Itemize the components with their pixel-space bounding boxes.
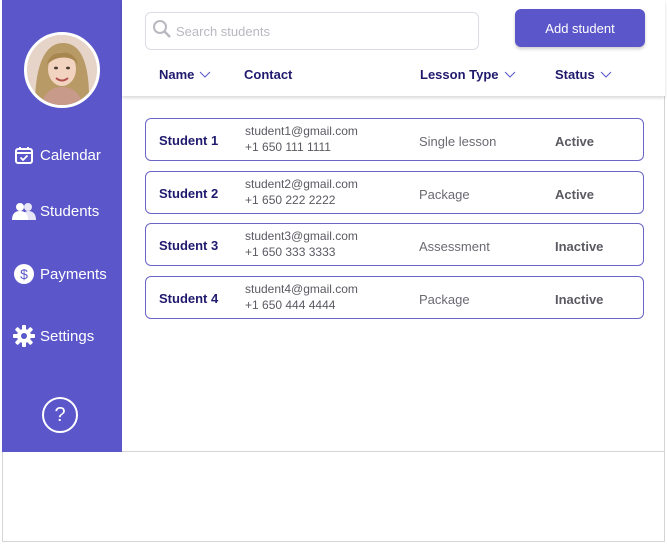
column-header-contact: Contact — [244, 67, 292, 82]
student-phone: +1 650 222 2222 — [245, 193, 336, 207]
dollar-icon: $ — [12, 262, 36, 286]
student-contact: student2@gmail.com +1 650 222 2222 — [245, 176, 358, 208]
sidebar-item-students[interactable]: Students — [12, 197, 99, 225]
avatar-image — [27, 35, 97, 105]
search-box[interactable] — [145, 12, 479, 50]
sidebar-item-label: Settings — [40, 327, 95, 345]
student-lesson-type: Package — [419, 292, 470, 307]
student-name: Student 2 — [159, 186, 219, 201]
student-row[interactable]: Student 2 student2@gmail.com +1 650 222 … — [145, 171, 644, 214]
student-name: Student 1 — [159, 133, 219, 148]
sidebar-item-payments[interactable]: $ Payments — [12, 260, 107, 288]
student-status: Active — [555, 187, 595, 202]
sidebar: Calendar Students $ Payments Settings ? — [2, 0, 122, 452]
column-header-lesson-type[interactable]: Lesson Type — [420, 67, 516, 82]
student-status: Inactive — [555, 239, 604, 254]
sidebar-item-label: Calendar — [40, 146, 101, 164]
student-phone: +1 650 333 3333 — [245, 245, 336, 259]
student-name: Student 3 — [159, 238, 219, 253]
column-header-label: Lesson Type — [420, 67, 499, 82]
add-student-button[interactable]: Add student — [515, 9, 645, 47]
chevron-down-icon — [600, 71, 612, 79]
student-contact: student4@gmail.com +1 650 444 4444 — [245, 281, 358, 313]
column-header-name[interactable]: Name — [159, 67, 211, 82]
student-status: Inactive — [555, 292, 604, 307]
student-row[interactable]: Student 4 student4@gmail.com +1 650 444 … — [145, 276, 644, 319]
search-icon — [152, 19, 172, 44]
column-header-label: Name — [159, 67, 195, 82]
student-email: student4@gmail.com — [245, 282, 358, 296]
chevron-down-icon — [199, 71, 211, 79]
sidebar-item-label: Payments — [40, 265, 107, 283]
users-icon — [12, 199, 36, 223]
calendar-icon — [12, 143, 36, 167]
avatar[interactable] — [24, 32, 100, 108]
student-row[interactable]: Student 1 student1@gmail.com +1 650 111 … — [145, 118, 644, 161]
student-lesson-type: Assessment — [419, 239, 490, 254]
student-email: student1@gmail.com — [245, 124, 358, 138]
student-row[interactable]: Student 3 student3@gmail.com +1 650 333 … — [145, 223, 644, 266]
student-name: Student 4 — [159, 291, 219, 306]
student-lesson-type: Single lesson — [419, 134, 497, 149]
app-container: Calendar Students $ Payments Settings ? … — [2, 0, 665, 452]
student-phone: +1 650 444 4444 — [245, 298, 336, 312]
student-status: Active — [555, 134, 595, 149]
sidebar-item-calendar[interactable]: Calendar — [12, 141, 101, 169]
column-header-status[interactable]: Status — [555, 67, 612, 82]
sidebar-item-settings[interactable]: Settings — [12, 322, 94, 350]
svg-text:$: $ — [20, 266, 28, 282]
student-contact: student1@gmail.com +1 650 111 1111 — [245, 123, 358, 155]
student-email: student3@gmail.com — [245, 229, 358, 243]
gear-icon — [12, 324, 36, 348]
search-input[interactable] — [176, 23, 466, 39]
student-lesson-type: Package — [419, 187, 470, 202]
student-contact: student3@gmail.com +1 650 333 3333 — [245, 228, 358, 260]
student-phone: +1 650 111 1111 — [245, 140, 331, 154]
header: Add student Name Contact Lesson Type Sta… — [122, 0, 665, 96]
chevron-down-icon — [504, 71, 516, 79]
help-icon[interactable]: ? — [42, 397, 78, 433]
column-header-label: Status — [555, 67, 595, 82]
column-header-label: Contact — [244, 67, 293, 82]
sidebar-item-label: Students — [40, 202, 100, 220]
student-email: student2@gmail.com — [245, 177, 358, 191]
